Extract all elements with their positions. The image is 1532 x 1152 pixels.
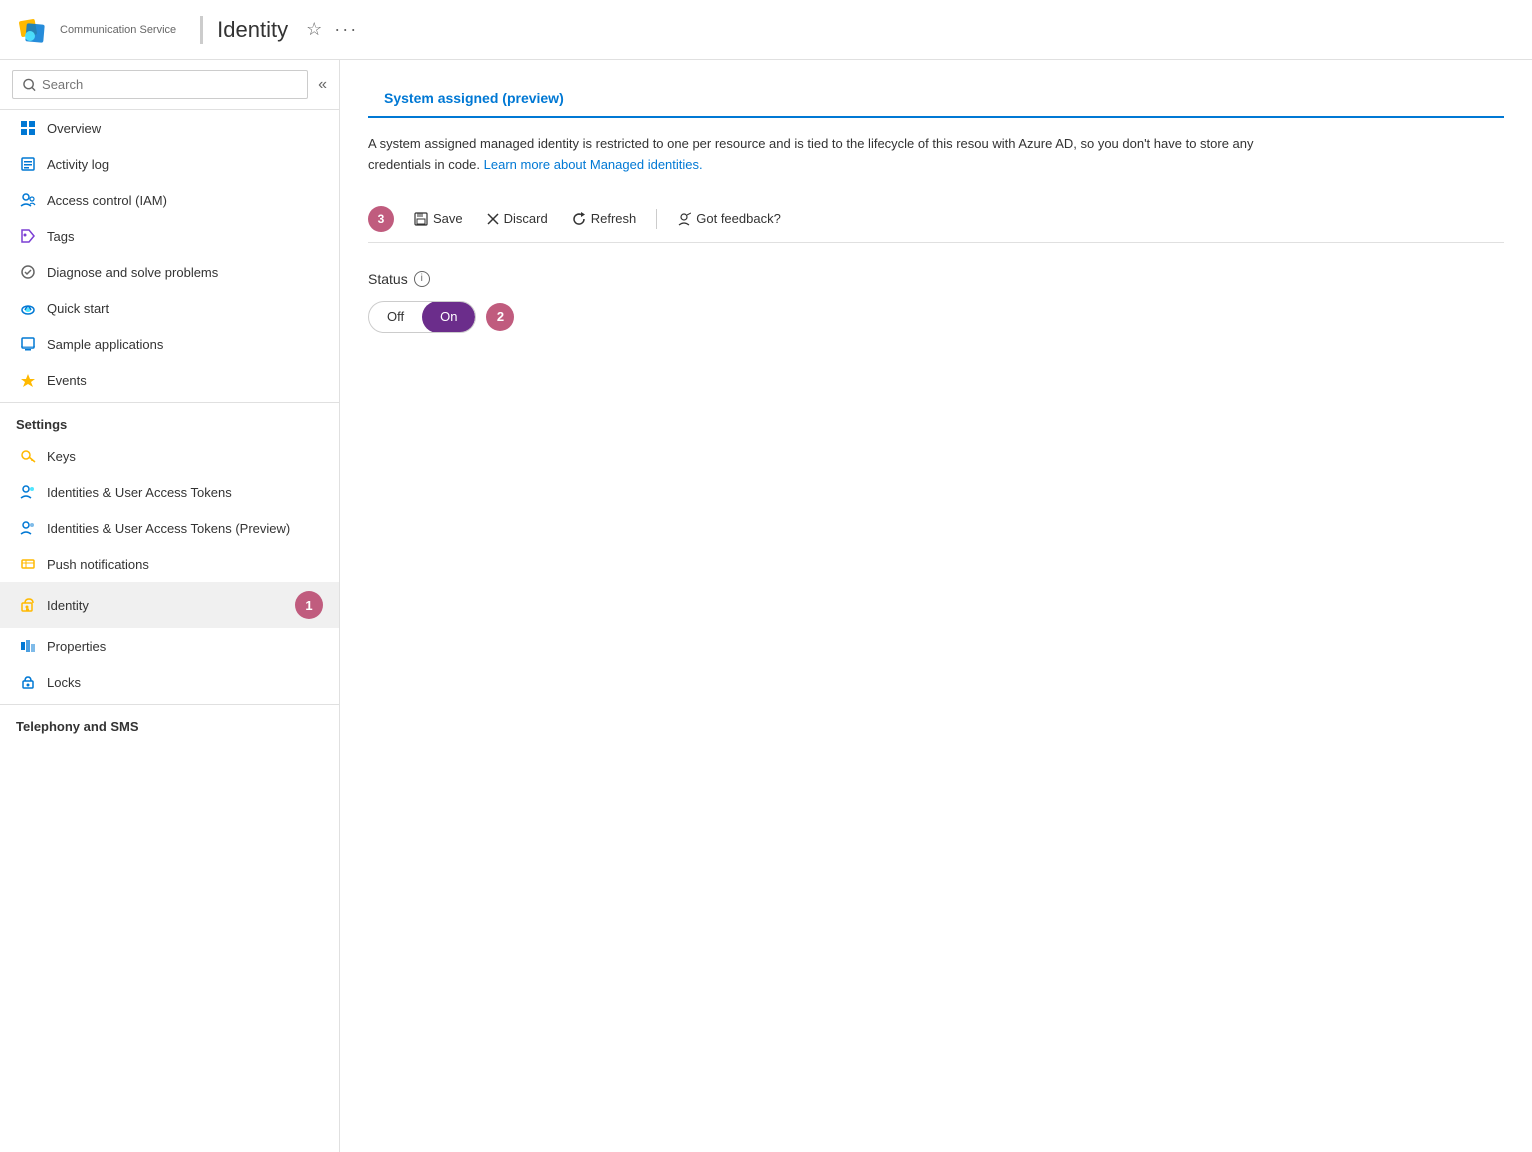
sidebar-item-label-identities-preview: Identities & User Access Tokens (Preview… bbox=[47, 521, 290, 536]
status-text: Status bbox=[368, 271, 408, 287]
sidebar-item-diagnose[interactable]: Diagnose and solve problems bbox=[0, 254, 339, 290]
toggle-container: Off On 2 bbox=[368, 301, 1504, 333]
feedback-icon bbox=[677, 212, 691, 226]
sidebar-item-locks[interactable]: Locks bbox=[0, 664, 339, 700]
sidebar-item-push-notifications[interactable]: Push notifications bbox=[0, 546, 339, 582]
discard-icon bbox=[487, 213, 499, 225]
feedback-button[interactable]: Got feedback? bbox=[667, 206, 791, 231]
header-actions: ☆ ··· bbox=[306, 19, 358, 40]
quickstart-icon bbox=[19, 299, 37, 317]
sidebar-item-keys[interactable]: Keys bbox=[0, 438, 339, 474]
tab-system-assigned[interactable]: System assigned (preview) bbox=[368, 80, 580, 118]
title-bar-divider bbox=[200, 16, 203, 44]
save-icon bbox=[414, 212, 428, 226]
sidebar-item-label-properties: Properties bbox=[47, 639, 106, 654]
search-input[interactable] bbox=[42, 77, 297, 92]
locks-icon bbox=[19, 673, 37, 691]
sidebar-item-label-locks: Locks bbox=[47, 675, 81, 690]
refresh-icon bbox=[572, 212, 586, 226]
search-box[interactable] bbox=[12, 70, 308, 99]
sidebar-item-label-quickstart: Quick start bbox=[47, 301, 109, 316]
toolbar-divider bbox=[656, 209, 657, 229]
step2-badge: 2 bbox=[486, 303, 514, 331]
sidebar-item-label-identity: Identity bbox=[47, 598, 89, 613]
sidebar: « Overview Activity log bbox=[0, 60, 340, 1152]
status-info-icon[interactable]: i bbox=[414, 271, 430, 287]
sidebar-item-identities-tokens[interactable]: Identities & User Access Tokens bbox=[0, 474, 339, 510]
keys-icon bbox=[19, 447, 37, 465]
sidebar-item-label-diagnose: Diagnose and solve problems bbox=[47, 265, 218, 280]
favorite-icon[interactable]: ☆ bbox=[306, 19, 322, 40]
sidebar-item-identities-tokens-preview[interactable]: Identities & User Access Tokens (Preview… bbox=[0, 510, 339, 546]
identity-icon bbox=[19, 596, 37, 614]
search-area: « bbox=[0, 60, 339, 110]
description-text: A system assigned managed identity is re… bbox=[368, 134, 1268, 176]
tags-icon bbox=[19, 227, 37, 245]
main-layout: « Overview Activity log bbox=[0, 60, 1532, 1152]
sidebar-item-label-push: Push notifications bbox=[47, 557, 149, 572]
sidebar-item-label-events: Events bbox=[47, 373, 87, 388]
status-label-row: Status i bbox=[368, 271, 1504, 287]
sidebar-item-events[interactable]: Events bbox=[0, 362, 339, 398]
step1-badge: 1 bbox=[295, 591, 323, 619]
overview-icon bbox=[19, 119, 37, 137]
header: Communication Service Identity ☆ ··· bbox=[0, 0, 1532, 60]
status-section: Status i Off On 2 bbox=[368, 271, 1504, 333]
tab-bar: System assigned (preview) bbox=[368, 80, 1504, 118]
identities2-icon bbox=[19, 519, 37, 537]
toggle-on-label[interactable]: On bbox=[422, 301, 475, 333]
telephony-section-header: Telephony and SMS bbox=[0, 704, 339, 740]
sidebar-item-activity-log[interactable]: Activity log bbox=[0, 146, 339, 182]
sidebar-item-label-keys: Keys bbox=[47, 449, 76, 464]
samples-icon bbox=[19, 335, 37, 353]
learn-more-link[interactable]: Learn more about Managed identities. bbox=[484, 157, 703, 172]
status-toggle[interactable]: Off On bbox=[368, 301, 476, 333]
sidebar-item-sample-apps[interactable]: Sample applications bbox=[0, 326, 339, 362]
sidebar-item-label-samples: Sample applications bbox=[47, 337, 163, 352]
save-button[interactable]: Save bbox=[404, 206, 473, 231]
settings-section-header: Settings bbox=[0, 402, 339, 438]
sidebar-item-access-control[interactable]: Access control (IAM) bbox=[0, 182, 339, 218]
collapse-icon[interactable]: « bbox=[318, 76, 327, 94]
activity-log-icon bbox=[19, 155, 37, 173]
toggle-off-label[interactable]: Off bbox=[369, 301, 422, 333]
identities-icon bbox=[19, 483, 37, 501]
sidebar-item-identity[interactable]: Identity 1 bbox=[0, 582, 339, 628]
app-name-label: Communication Service bbox=[60, 24, 176, 36]
properties-icon bbox=[19, 637, 37, 655]
page-title: Identity bbox=[217, 17, 288, 43]
sidebar-item-label-activity: Activity log bbox=[47, 157, 109, 172]
sidebar-item-label-access: Access control (IAM) bbox=[47, 193, 167, 208]
sidebar-item-properties[interactable]: Properties bbox=[0, 628, 339, 664]
access-control-icon bbox=[19, 191, 37, 209]
push-icon bbox=[19, 555, 37, 573]
events-icon bbox=[19, 371, 37, 389]
main-content: System assigned (preview) A system assig… bbox=[340, 60, 1532, 1152]
sidebar-item-label-tags: Tags bbox=[47, 229, 74, 244]
sidebar-item-overview[interactable]: Overview bbox=[0, 110, 339, 146]
refresh-button[interactable]: Refresh bbox=[562, 206, 647, 231]
sidebar-item-label-identities-tokens: Identities & User Access Tokens bbox=[47, 485, 232, 500]
sidebar-item-tags[interactable]: Tags bbox=[0, 218, 339, 254]
header-title-area: Identity ☆ ··· bbox=[200, 16, 358, 44]
discard-button[interactable]: Discard bbox=[477, 206, 558, 231]
app-logo-icon bbox=[16, 12, 52, 48]
more-options-icon[interactable]: ··· bbox=[334, 19, 358, 40]
sidebar-item-label-overview: Overview bbox=[47, 121, 101, 136]
diagnose-icon bbox=[19, 263, 37, 281]
toolbar: 3 Save Discard Refresh Got feedback? bbox=[368, 196, 1504, 243]
step3-badge: 3 bbox=[368, 206, 394, 232]
search-icon bbox=[23, 78, 36, 92]
header-logo: Communication Service bbox=[16, 12, 176, 48]
sidebar-nav: Overview Activity log Access control (IA… bbox=[0, 110, 339, 1152]
sidebar-item-quick-start[interactable]: Quick start bbox=[0, 290, 339, 326]
